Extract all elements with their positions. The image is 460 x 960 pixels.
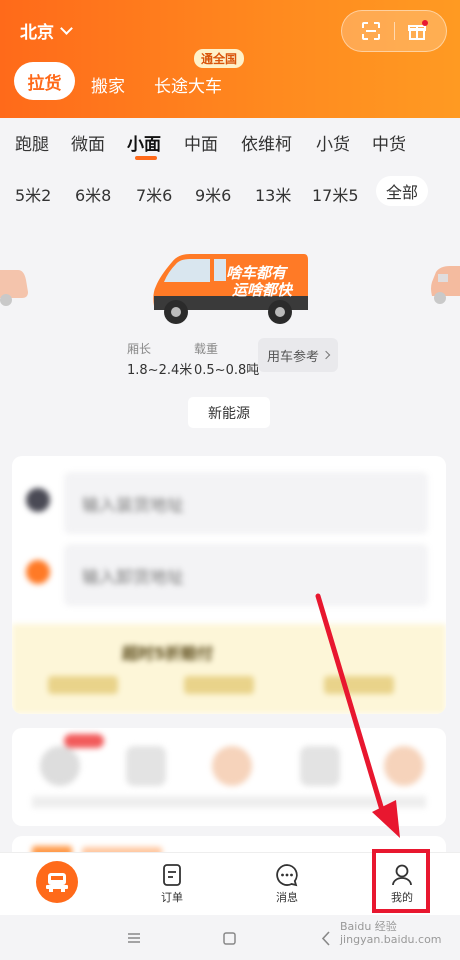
promo-banner[interactable]: 超时5折赔付	[12, 624, 446, 714]
orders-label: 订单	[161, 891, 183, 904]
menu-icon[interactable]	[127, 932, 141, 944]
weight-label: 载重	[194, 342, 219, 356]
to-dot-icon	[26, 560, 50, 584]
tab-changtu[interactable]: 长途大车	[154, 72, 222, 97]
size-chip[interactable]: 17米5	[312, 182, 359, 206]
new-energy-button[interactable]: 新能源	[188, 397, 270, 428]
size-chip[interactable]: 13米	[255, 182, 291, 206]
back-icon[interactable]	[321, 931, 331, 946]
scan-icon[interactable]	[360, 20, 382, 42]
home-button-icon[interactable]	[223, 932, 236, 945]
size-chip[interactable]: 7米6	[136, 182, 172, 206]
chevron-down-icon	[60, 21, 73, 35]
weight-value: 0.5~0.8吨	[194, 363, 260, 378]
header-actions	[341, 10, 447, 52]
size-chip[interactable]: 5米2	[15, 182, 51, 206]
messages-tab[interactable]: 消息	[261, 853, 313, 915]
length-label: 厢长	[127, 342, 152, 356]
vehicle-type-xiaomian[interactable]: 小面	[127, 130, 161, 155]
vehicle-type-xiaohuo[interactable]: 小货	[316, 130, 350, 155]
van-image: 啥车都有 运啥都快	[153, 254, 308, 324]
promo-item	[184, 676, 254, 694]
tab-lahuo[interactable]: 拉货	[14, 62, 75, 100]
orders-tab[interactable]: 订单	[146, 853, 198, 915]
nationwide-badge: 通全国	[194, 49, 245, 68]
tab-banjia[interactable]: 搬家	[91, 72, 125, 97]
van-ad-line1: 啥车都有	[226, 264, 289, 282]
service-badge	[64, 734, 104, 748]
from-dot-icon	[26, 488, 50, 512]
vehicle-type-weimian[interactable]: 微面	[71, 130, 105, 155]
service-icon[interactable]	[384, 746, 424, 786]
service-icon[interactable]	[300, 746, 340, 786]
selected-underline	[135, 156, 157, 160]
promo-item	[324, 676, 394, 694]
service-icon[interactable]	[126, 746, 166, 786]
vehicle-reference-label: 用车参考	[266, 349, 319, 365]
service-icon[interactable]	[212, 746, 252, 786]
next-van-image[interactable]	[426, 258, 460, 308]
vehicle-reference-button[interactable]: 用车参考	[258, 338, 338, 372]
vehicle-type-yiweike[interactable]: 依维柯	[241, 130, 292, 155]
truck-icon	[46, 873, 68, 892]
size-chip[interactable]: 6米8	[75, 182, 111, 206]
orders-icon	[163, 864, 181, 886]
size-chip[interactable]: 9米6	[195, 182, 231, 206]
gift-icon[interactable]	[406, 20, 428, 42]
prev-van-image[interactable]	[0, 262, 30, 308]
watermark: Baidu 经验 jingyan.baidu.com	[340, 920, 442, 946]
highlight-box	[372, 849, 430, 913]
from-address-placeholder: 输入装货地址	[82, 496, 184, 516]
city-selector[interactable]: 北京	[20, 18, 73, 43]
address-form-card: 输入装货地址 输入卸货地址 超时5折赔付	[12, 456, 446, 714]
promo-text: 超时5折赔付	[122, 644, 214, 663]
promo-item	[48, 676, 118, 694]
message-icon	[276, 864, 298, 887]
vehicle-type-zhonghuo[interactable]: 中货	[372, 130, 406, 155]
vehicle-type-paotui[interactable]: 跑腿	[15, 130, 49, 155]
pill-divider	[394, 22, 395, 40]
length-value: 1.8~2.4米	[127, 363, 193, 378]
services-card	[12, 728, 446, 826]
messages-label: 消息	[276, 891, 298, 904]
service-labels	[32, 796, 426, 808]
vehicle-type-zhongmian[interactable]: 中面	[184, 130, 218, 155]
size-all-button[interactable]: 全部	[376, 176, 428, 206]
service-icon[interactable]	[40, 746, 80, 786]
to-address-placeholder: 输入卸货地址	[82, 568, 184, 588]
van-ad-line2: 运啥都快	[232, 281, 294, 299]
home-tab[interactable]	[36, 861, 78, 903]
chevron-right-icon	[321, 350, 331, 360]
city-name: 北京	[20, 23, 54, 43]
